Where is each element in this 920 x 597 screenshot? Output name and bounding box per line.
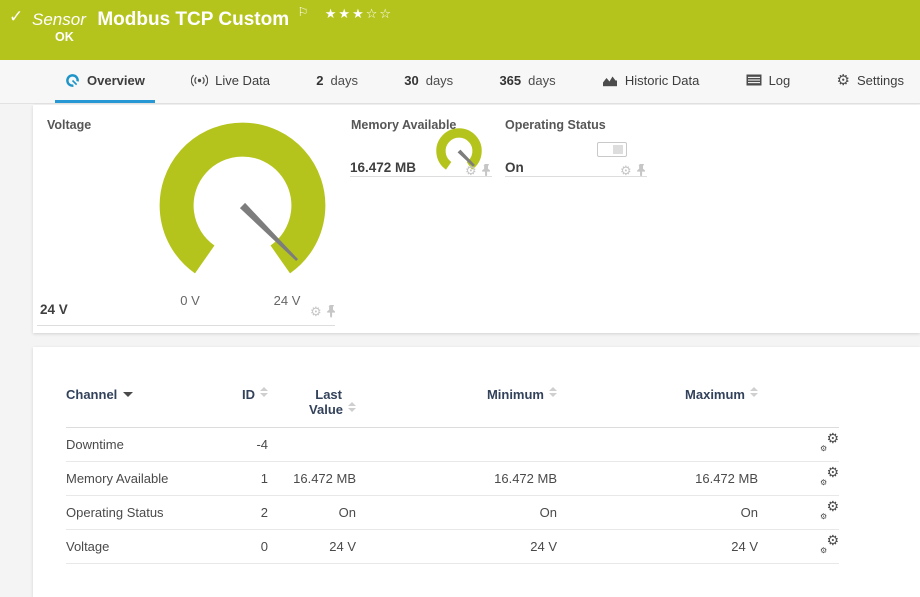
tab-bar: Overview Live Data 2 days 30 days 365 da… xyxy=(0,60,920,104)
gauges-panel: Voltage 0 V 24 V 24 V ⚙ Memory Available… xyxy=(33,105,920,333)
tab-live-data[interactable]: Live Data xyxy=(181,60,280,103)
object-kind-label: Sensor xyxy=(32,10,86,29)
gear-icon: ⚙ xyxy=(837,73,850,88)
tab-365-days-number: 365 xyxy=(499,73,521,88)
gauge-settings-gear-icon[interactable]: ⚙ xyxy=(310,305,322,318)
voltage-current-value: 24 V xyxy=(40,302,68,317)
pin-icon[interactable] xyxy=(327,305,337,318)
channel-name-cell[interactable]: Downtime xyxy=(66,428,206,462)
historic-chart-icon xyxy=(602,74,618,87)
gauge-icon xyxy=(65,73,80,88)
channel-minimum-cell xyxy=(356,428,557,462)
channel-maximum-cell: 24 V xyxy=(557,530,758,564)
voltage-gauge-title: Voltage xyxy=(47,118,91,132)
channel-maximum-cell xyxy=(557,428,758,462)
live-data-icon xyxy=(191,74,208,87)
channel-id-cell: 2 xyxy=(206,496,268,530)
column-header-value-label: Value xyxy=(309,402,343,417)
tab-365-days[interactable]: 365 days xyxy=(489,60,565,103)
tab-365-days-unit: days xyxy=(528,73,555,88)
column-header-minimum[interactable]: Minimum xyxy=(356,381,557,428)
tab-live-data-label: Live Data xyxy=(215,73,270,88)
column-header-last-value[interactable]: Last Value xyxy=(268,381,356,428)
tab-overview-label: Overview xyxy=(87,73,145,88)
channel-table-panel: Channel ID Last Value Minimum Maximum xyxy=(33,347,920,597)
channel-name-cell[interactable]: Operating Status xyxy=(66,496,206,530)
sensor-header: ✓ Sensor Modbus TCP Custom ⚐ ★★★☆☆ OK xyxy=(0,0,920,60)
channel-minimum-cell: 16.472 MB xyxy=(356,462,557,496)
status-ok-check-icon: ✓ xyxy=(9,7,23,27)
operating-status-title: Operating Status xyxy=(505,118,606,132)
operating-status-switch-icon xyxy=(597,142,627,157)
tab-historic-data-label: Historic Data xyxy=(625,73,699,88)
voltage-scale-min: 0 V xyxy=(160,293,220,308)
sort-icon xyxy=(260,387,268,397)
voltage-scale-max: 24 V xyxy=(257,293,317,308)
column-header-maximum[interactable]: Maximum xyxy=(557,381,758,428)
table-row[interactable]: Downtime -4 ⚙⚙ xyxy=(66,428,839,462)
table-row[interactable]: Operating Status 2 On On On ⚙⚙ xyxy=(66,496,839,530)
column-header-channel[interactable]: Channel xyxy=(66,381,206,428)
column-header-id-label: ID xyxy=(242,387,255,402)
channel-id-cell: 0 xyxy=(206,530,268,564)
operating-status-value: On xyxy=(505,160,524,175)
column-header-last-label: Last xyxy=(268,387,356,402)
voltage-block-divider xyxy=(37,325,335,326)
priority-stars[interactable]: ★★★☆☆ xyxy=(325,6,393,21)
sort-desc-icon xyxy=(123,392,133,397)
channel-maximum-cell: 16.472 MB xyxy=(557,462,758,496)
tab-overview[interactable]: Overview xyxy=(55,60,155,103)
channel-name-cell[interactable]: Memory Available xyxy=(66,462,206,496)
sort-icon xyxy=(348,402,356,412)
memory-block-divider xyxy=(350,176,492,177)
column-header-minimum-label: Minimum xyxy=(487,387,544,402)
operating-block-divider xyxy=(505,176,647,177)
voltage-gauge xyxy=(155,118,330,293)
channel-maximum-cell: On xyxy=(557,496,758,530)
flag-icon[interactable]: ⚐ xyxy=(298,5,309,19)
sensor-title-row: Sensor Modbus TCP Custom ⚐ ★★★☆☆ xyxy=(32,5,393,31)
channel-name-cell[interactable]: Voltage xyxy=(66,530,206,564)
table-row[interactable]: Memory Available 1 16.472 MB 16.472 MB 1… xyxy=(66,462,839,496)
channel-last-value-cell xyxy=(268,428,356,462)
tab-historic-data[interactable]: Historic Data xyxy=(592,60,709,103)
channel-id-cell: -4 xyxy=(206,428,268,462)
column-header-channel-label: Channel xyxy=(66,387,117,402)
tab-30-days-number: 30 xyxy=(404,73,418,88)
memory-current-value: 16.472 MB xyxy=(350,160,416,175)
tab-settings-label: Settings xyxy=(857,73,904,88)
channel-minimum-cell: On xyxy=(356,496,557,530)
tab-2-days-unit: days xyxy=(331,73,358,88)
channel-settings-icon[interactable]: ⚙⚙ xyxy=(820,503,839,520)
channel-id-cell: 1 xyxy=(206,462,268,496)
channel-table-header-row: Channel ID Last Value Minimum Maximum xyxy=(66,381,839,428)
tab-30-days[interactable]: 30 days xyxy=(394,60,463,103)
tab-log[interactable]: Log xyxy=(736,60,801,103)
tab-2-days-number: 2 xyxy=(316,73,323,88)
tab-2-days[interactable]: 2 days xyxy=(306,60,368,103)
channel-last-value-cell: 16.472 MB xyxy=(268,462,356,496)
channel-settings-icon[interactable]: ⚙⚙ xyxy=(820,537,839,554)
channel-minimum-cell: 24 V xyxy=(356,530,557,564)
status-badge: OK xyxy=(55,30,74,44)
voltage-gauge-actions: ⚙ xyxy=(310,305,337,318)
channel-settings-icon[interactable]: ⚙⚙ xyxy=(820,435,839,452)
column-header-id[interactable]: ID xyxy=(206,381,268,428)
tab-settings[interactable]: ⚙ Settings xyxy=(827,60,914,103)
column-header-maximum-label: Maximum xyxy=(685,387,745,402)
log-list-icon xyxy=(746,74,762,86)
tab-30-days-unit: days xyxy=(426,73,453,88)
channel-table: Channel ID Last Value Minimum Maximum xyxy=(66,381,839,564)
sort-icon xyxy=(750,387,758,397)
channel-last-value-cell: 24 V xyxy=(268,530,356,564)
channel-settings-icon[interactable]: ⚙⚙ xyxy=(820,469,839,486)
column-header-actions xyxy=(758,381,839,428)
sensor-name: Modbus TCP Custom xyxy=(97,9,289,30)
switch-knob xyxy=(613,145,623,154)
table-row[interactable]: Voltage 0 24 V 24 V 24 V ⚙⚙ xyxy=(66,530,839,564)
tab-log-label: Log xyxy=(769,73,791,88)
channel-last-value-cell: On xyxy=(268,496,356,530)
sort-icon xyxy=(549,387,557,397)
